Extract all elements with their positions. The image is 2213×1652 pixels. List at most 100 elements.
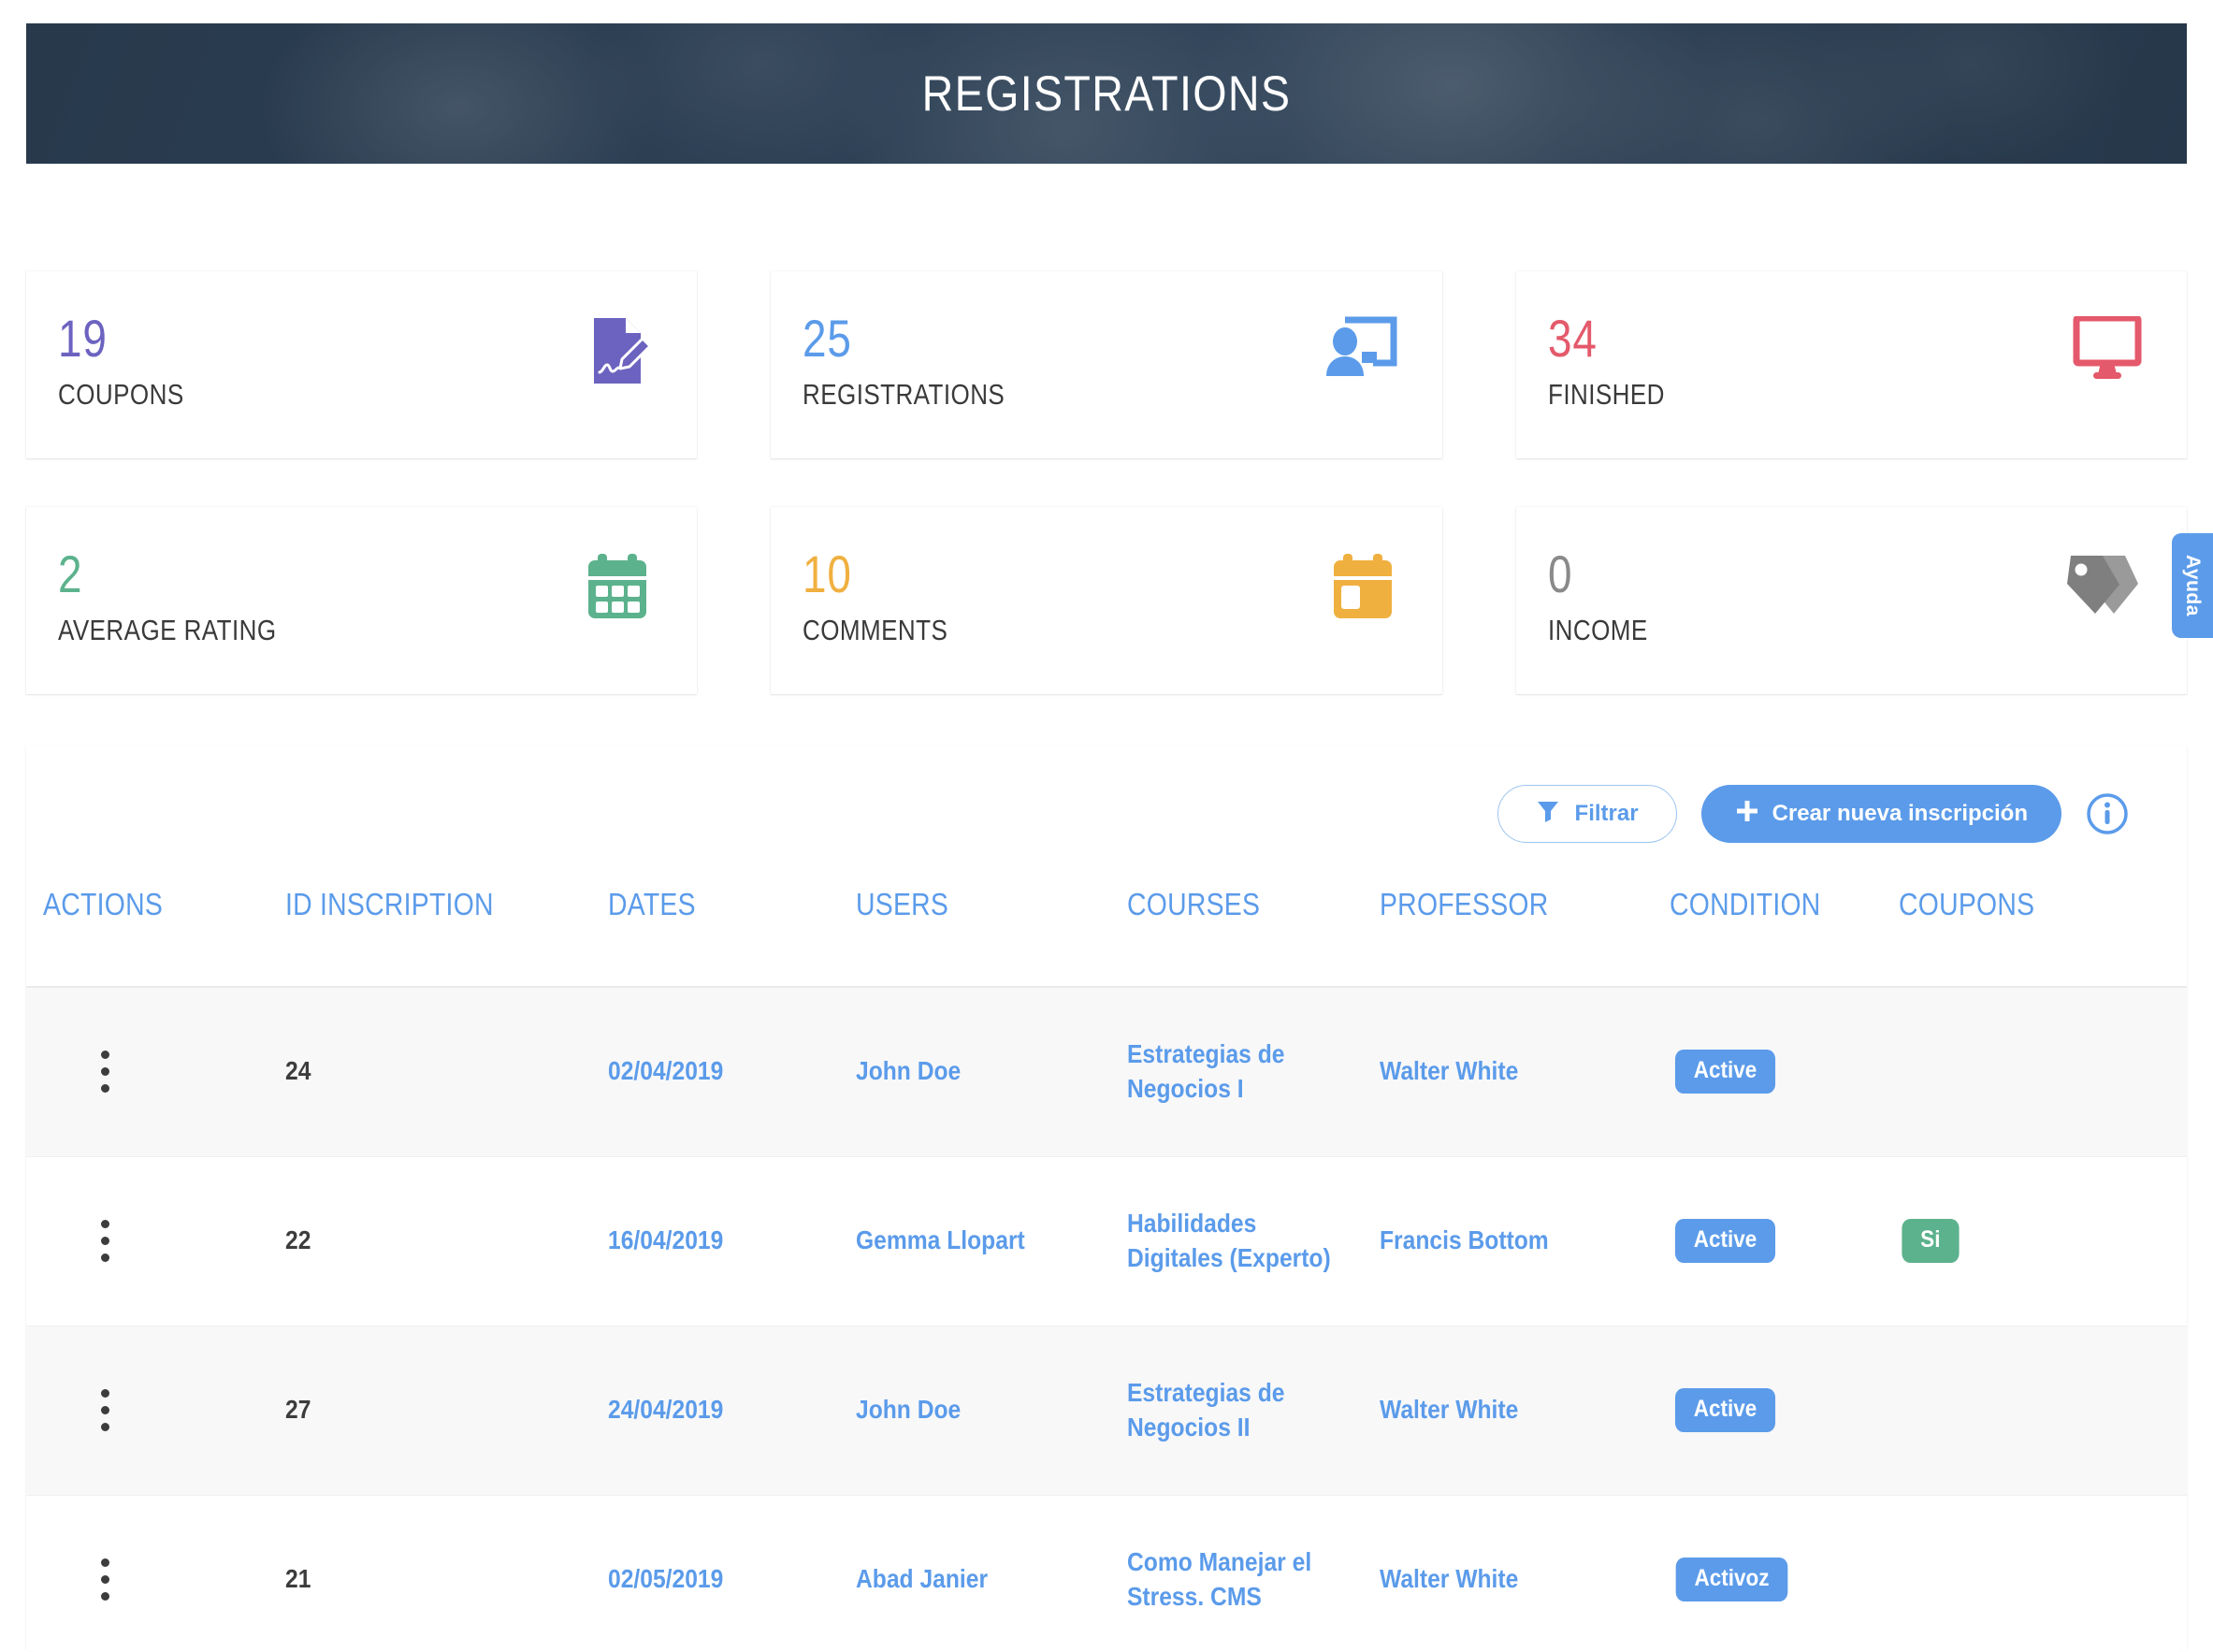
filter-button-label: Filtrar <box>1574 801 1639 826</box>
stat-label: AVERAGE RATING <box>58 614 277 646</box>
row-condition-cell: Active <box>1670 1325 1899 1496</box>
price-tag-icon <box>2061 552 2142 622</box>
stat-value: 34 <box>1547 309 1598 368</box>
row-actions-cell <box>26 1156 285 1326</box>
registrations-panel: Filtrar Crear nueva inscripción ACTIONS … <box>26 746 2187 1652</box>
status-badge: Active <box>1674 1050 1776 1094</box>
stat-card-finished[interactable]: 34 FINISHED <box>1515 271 2187 458</box>
column-header-coupons[interactable]: COUPONS <box>1899 886 2187 987</box>
stat-card-grid: 19 COUPONS 25 REGISTRATIONS 34 FINISHED … <box>26 271 2187 694</box>
stat-card-text: 0 INCOME <box>1548 544 1667 647</box>
stat-card-text: 19 COUPONS <box>58 309 208 412</box>
stat-label: INCOME <box>1547 614 1648 646</box>
app-frame: REGISTRATIONS 19 COUPONS 25 REGISTRATION… <box>0 0 2213 1652</box>
stat-card-registrations[interactable]: 25 REGISTRATIONS <box>771 271 1442 458</box>
stat-card-comments[interactable]: 10 COMMENTS <box>771 507 1442 694</box>
table-toolbar: Filtrar Crear nueva inscripción <box>26 746 2187 843</box>
row-actions-cell <box>26 1325 285 1496</box>
row-course-cell: Estrategias de Negocios I <box>1127 986 1380 1157</box>
row-course-cell: Habilidades Digitales (Experto) <box>1127 1208 1331 1272</box>
row-course-cell: Como Manejar el Stress. CMS <box>1127 1546 1312 1611</box>
row-date-cell: 24/04/2019 <box>608 1325 856 1496</box>
document-signature-icon <box>590 316 652 390</box>
stat-card-text: 2 AVERAGE RATING <box>58 544 318 647</box>
table-body: 24 02/04/2019 John Doe Estrategias de Ne… <box>26 986 2187 1652</box>
status-badge: Active <box>1674 1388 1776 1432</box>
column-header-courses[interactable]: COURSES <box>1127 886 1380 987</box>
row-id-cell: 21 <box>285 1564 311 1594</box>
table-header-row: ACTIONS ID INSCRIPTION DATES USERS COURS… <box>26 886 2187 987</box>
create-registration-label: Crear nueva inscripción <box>1772 801 2028 826</box>
status-badge: Active <box>1674 1219 1776 1263</box>
row-date-cell: 16/04/2019 <box>608 1225 724 1255</box>
row-condition-cell: Active <box>1670 986 1899 1157</box>
stat-label: COMMENTS <box>803 614 948 646</box>
stat-card-text: 25 REGISTRATIONS <box>803 309 1043 412</box>
row-professor-cell: Walter White <box>1380 986 1670 1157</box>
row-date-cell: 02/05/2019 <box>608 1564 724 1594</box>
row-id-cell: 22 <box>285 1225 311 1255</box>
kebab-menu-icon[interactable] <box>26 1558 109 1601</box>
status-badge: Activoz <box>1675 1558 1788 1602</box>
column-header-actions[interactable]: ACTIONS <box>26 886 285 987</box>
row-user-cell: Gemma Llopart <box>856 1225 1025 1255</box>
column-header-id-inscription[interactable]: ID INSCRIPTION <box>285 886 608 987</box>
funnel-icon <box>1536 799 1560 830</box>
stat-value: 2 <box>58 544 83 603</box>
stat-label: COUPONS <box>58 378 184 411</box>
info-circle-icon[interactable] <box>2086 792 2129 835</box>
kebab-menu-icon[interactable] <box>26 1220 109 1262</box>
help-tab-label: Ayuda <box>2182 555 2204 616</box>
column-header-condition[interactable]: CONDITION <box>1670 886 1899 987</box>
row-coupon-cell <box>1899 1325 2187 1496</box>
stat-value: 19 <box>58 309 108 368</box>
table-head: ACTIONS ID INSCRIPTION DATES USERS COURS… <box>26 886 2187 987</box>
row-professor-cell: Walter White <box>1380 1325 1670 1496</box>
row-user-cell: Abad Janier <box>856 1564 989 1594</box>
row-condition-cell: Active <box>1670 1156 1899 1326</box>
table-row[interactable]: 24 02/04/2019 John Doe Estrategias de Ne… <box>26 986 2187 1157</box>
row-professor-cell: Francis Bottom <box>1380 1225 1549 1255</box>
page-title: REGISTRATIONS <box>921 65 1292 122</box>
stat-label: FINISHED <box>1547 378 1665 411</box>
stat-card-coupons[interactable]: 19 COUPONS <box>26 271 698 458</box>
row-id-cell: 27 <box>285 1325 608 1496</box>
plus-icon <box>1735 799 1759 830</box>
row-date-cell: 02/04/2019 <box>608 986 856 1157</box>
stat-card-text: 10 COMMENTS <box>803 544 976 647</box>
row-condition-cell: Activoz <box>1670 1495 1899 1652</box>
row-course-cell: Estrategias de Negocios II <box>1127 1325 1380 1496</box>
calendar-single-icon <box>1328 552 1397 626</box>
stat-card-text: 34 FINISHED <box>1548 309 1687 412</box>
row-coupon-cell: Si <box>1899 1156 2187 1326</box>
stat-value: 10 <box>803 544 853 603</box>
page-banner: REGISTRATIONS <box>26 23 2187 164</box>
row-coupon-cell <box>1899 986 2187 1157</box>
table-row[interactable]: 21 02/05/2019 Abad Janier Como Manejar e… <box>26 1495 2187 1652</box>
row-professor-cell: Walter White <box>1380 1564 1519 1594</box>
stat-value: 25 <box>803 309 853 368</box>
create-registration-button[interactable]: Crear nueva inscripción <box>1700 785 2061 843</box>
kebab-menu-icon[interactable] <box>26 1051 109 1094</box>
column-header-dates[interactable]: DATES <box>608 886 856 987</box>
row-id-cell: 24 <box>285 986 608 1157</box>
calendar-grid-icon <box>583 552 652 626</box>
stat-value: 0 <box>1547 544 1573 603</box>
stat-card-income[interactable]: 0 INCOME <box>1515 507 2187 694</box>
column-header-professor[interactable]: PROFESSOR <box>1380 886 1670 987</box>
kebab-menu-icon[interactable] <box>26 1389 109 1431</box>
stat-label: REGISTRATIONS <box>803 378 1005 411</box>
row-actions-cell <box>26 986 285 1157</box>
column-header-users[interactable]: USERS <box>856 886 1127 987</box>
table-row[interactable]: 27 24/04/2019 John Doe Estrategias de Ne… <box>26 1325 2187 1496</box>
filter-button[interactable]: Filtrar <box>1497 785 1677 843</box>
stat-card-average-rating[interactable]: 2 AVERAGE RATING <box>26 507 698 694</box>
table-row[interactable]: 22 16/04/2019 Gemma Llopart Habilidades … <box>26 1156 2187 1326</box>
registrations-table: ACTIONS ID INSCRIPTION DATES USERS COURS… <box>26 886 2187 1652</box>
row-coupon-cell <box>1899 1495 2187 1652</box>
row-user-cell: John Doe <box>856 986 1127 1157</box>
coupon-badge: Si <box>1902 1219 1960 1263</box>
monitor-icon <box>2073 314 2142 386</box>
help-tab[interactable]: Ayuda <box>2172 533 2213 638</box>
row-user-cell: John Doe <box>856 1325 1127 1496</box>
